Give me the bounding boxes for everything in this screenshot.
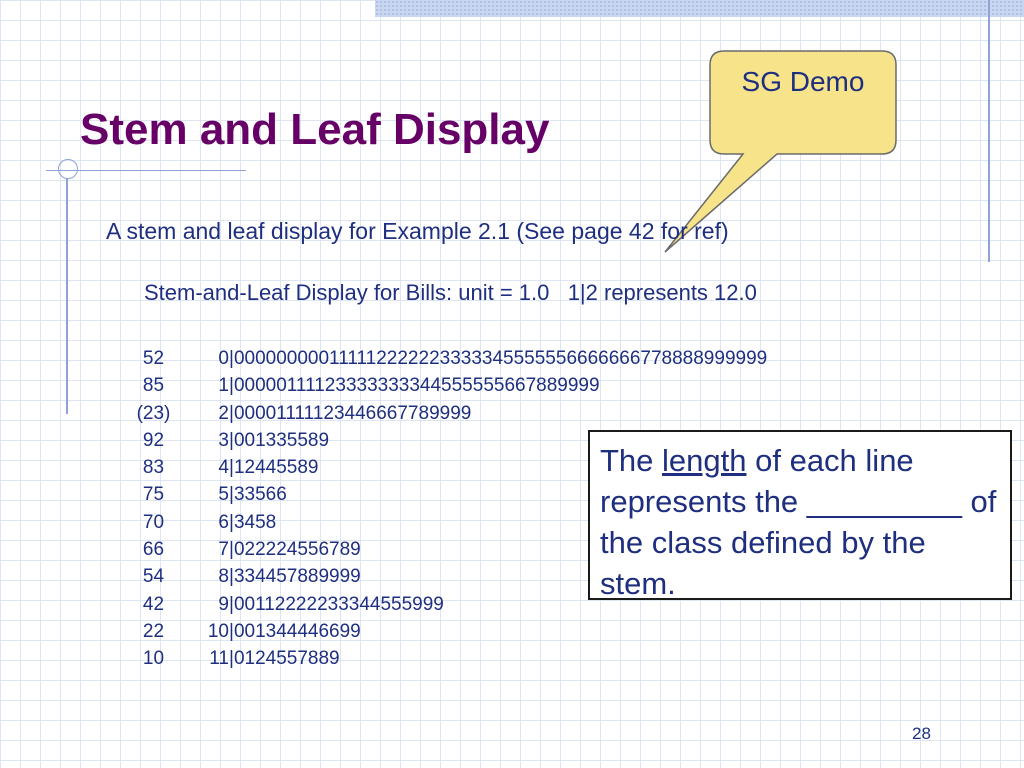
row-stem: 1 [218, 375, 229, 397]
page-number: 28 [912, 724, 931, 743]
row-stem: 6 [218, 511, 229, 533]
row-depth: 52 [142, 348, 165, 369]
row-depth: 22 [142, 620, 165, 642]
row-depth: 83 [142, 457, 165, 479]
callout-label: SG Demo [741, 66, 865, 97]
row-stem: 4 [218, 457, 229, 479]
row-stem: 7 [218, 539, 229, 561]
row-stem: 8 [218, 566, 229, 588]
row-stem: 5 [218, 484, 229, 506]
display-row: (23) 2 | 00001111123446667789999 [126, 400, 767, 427]
row-leaves: 001344446699 [233, 620, 361, 642]
display-row: 85 1 | 00000111123333333344555555667889999 [126, 372, 767, 399]
display-row: 22 10 | 001344446699 [126, 618, 767, 645]
row-stem: 9 [218, 593, 229, 615]
row-depth: 66 [142, 539, 165, 561]
row-leaves: 3458 [233, 511, 277, 533]
row-depth: 75 [142, 484, 165, 506]
row-depth: 70 [142, 511, 165, 533]
row-stem: 3 [218, 429, 229, 451]
display-row: 10 11 | 0124557889 [126, 645, 767, 672]
display-caption: Stem-and-Leaf Display for Bills: unit = … [144, 280, 757, 305]
row-leaves: 00001111123446667789999 [233, 402, 472, 424]
row-leaves: 334457889999 [233, 566, 361, 588]
row-leaves: 0000000001111122222233333455555566666667… [233, 348, 768, 369]
question-underlined-word: length [662, 443, 747, 478]
question-prefix: The [600, 443, 663, 478]
row-stem: 11 [209, 648, 229, 670]
row-leaves: 12445589 [233, 457, 319, 479]
row-leaves: 00000111123333333344555555667889999 [233, 375, 600, 397]
row-depth: 85 [142, 375, 165, 397]
row-leaves: 001335589 [233, 429, 330, 451]
row-leaves: 33566 [233, 484, 287, 506]
row-stem: 0 [218, 348, 229, 369]
row-depth: 54 [142, 566, 165, 588]
row-stem: 10 [207, 620, 229, 642]
question-box: The length of each line represents the _… [588, 430, 1012, 601]
row-leaves: 00112222233344555999 [233, 593, 444, 615]
row-leaves: 0124557889 [233, 648, 340, 670]
row-stem: 2 [218, 402, 229, 424]
row-depth: 10 [142, 648, 165, 670]
display-row: 52 0 | 000000000111112222223333345555556666… [126, 345, 767, 372]
row-depth: 42 [142, 593, 165, 615]
subtitle: A stem and leaf display for Example 2.1 … [106, 218, 729, 244]
row-depth: 92 [142, 429, 165, 451]
row-leaves: 022224556789 [233, 539, 361, 561]
row-depth: (23) [136, 402, 171, 424]
